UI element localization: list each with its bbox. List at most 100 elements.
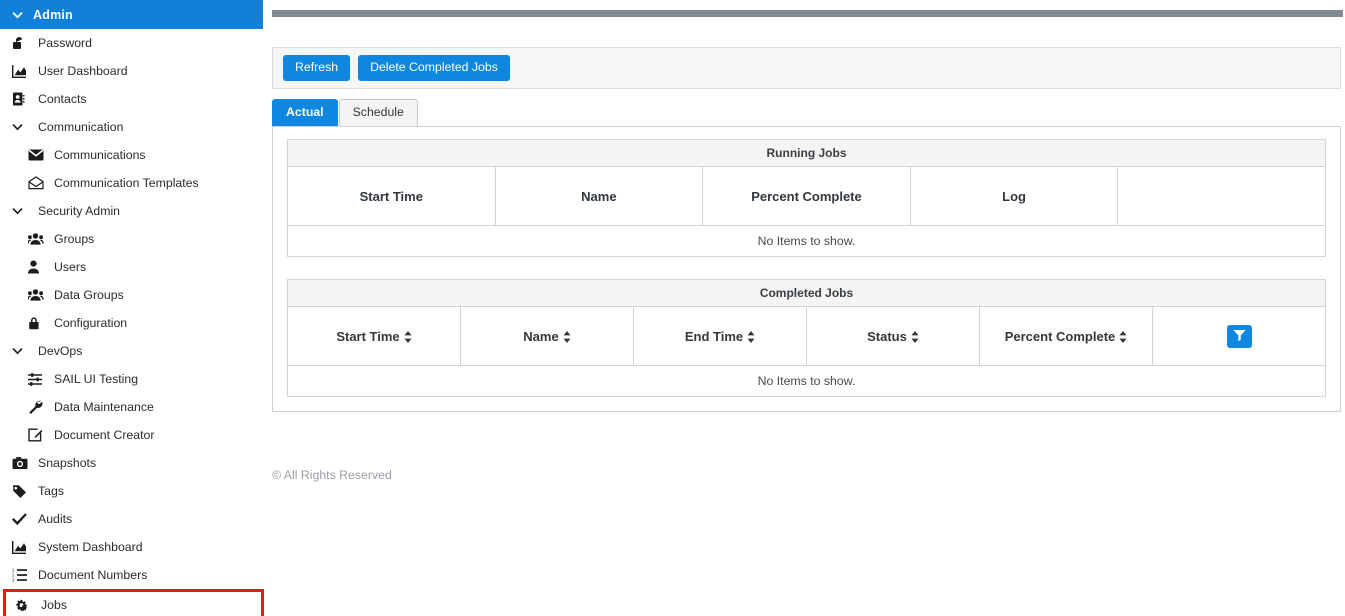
action-toolbar: Refresh Delete Completed Jobs [272,47,1341,89]
sidebar-item-audits[interactable]: Audits [0,505,263,533]
chevron-down-icon [12,204,31,218]
user-icon [28,260,47,274]
sort-toggle-icon[interactable] [1115,329,1127,344]
completed-jobs-caption-row: Completed Jobs [287,279,1326,307]
envelope-open-icon [28,176,47,190]
column-header-actions [1117,166,1326,226]
envelope-icon [28,148,47,162]
sidebar-item-document-numbers[interactable]: 1 2 3 Document Numbers [0,561,263,589]
page-content: Refresh Delete Completed Jobs Actual Sche… [272,47,1341,412]
filter-button[interactable] [1226,324,1252,348]
running-jobs-section: Running Jobs Start Time Name Percent Compl… [287,139,1326,257]
running-jobs-caption: Running Jobs [287,139,1326,167]
chevron-down-icon [12,344,31,358]
running-jobs-caption-row: Running Jobs [287,139,1326,167]
column-header-label: Percent Complete [1004,328,1116,344]
table-row: No Items to show. [287,365,1326,397]
main-content: Refresh Delete Completed Jobs Actual Sche… [264,0,1345,616]
running-jobs-table: Running Jobs Start Time Name Percent Compl… [287,139,1326,257]
completed-jobs-caption: Completed Jobs [287,279,1326,307]
filter-column-header [1152,306,1326,366]
sidebar-item-label: Document Numbers [38,567,148,582]
completed-jobs-table: Completed Jobs Start Time Name End Time Sta… [287,279,1326,397]
sidebar-item-label: Snapshots [38,455,97,470]
column-header-label: Status [867,328,907,344]
column-header-start-time: Start Time [287,166,496,226]
sidebar-item-label: Configuration [54,315,128,330]
cogs-icon [15,599,34,613]
sidebar-item-jobs[interactable]: Jobs [3,589,264,616]
wrench-icon [28,400,47,414]
column-header-label: End Time [684,328,744,344]
sidebar-item-tags[interactable]: Tags [0,477,263,505]
sidebar-item-sail-ui-testing[interactable]: SAIL UI Testing [0,365,263,393]
sidebar: Admin Password User Dashboard Contacts Comm… [0,0,264,616]
column-header-label: Name [581,188,617,204]
column-header-percent-complete: Percent Complete [702,166,911,226]
sidebar-item-contacts[interactable]: Contacts [0,85,263,113]
delete-completed-jobs-button[interactable]: Delete Completed Jobs [358,55,510,81]
column-header-name: Name [494,166,704,226]
column-header-status[interactable]: Status [806,306,980,366]
unlock-icon [12,36,31,50]
sidebar-item-communication[interactable]: Communication [0,113,263,141]
sidebar-item-label: Data Groups [54,287,124,302]
footer-copyright: © All Rights Reserved [272,468,392,482]
sidebar-item-password[interactable]: Password [0,29,263,57]
chevron-down-icon [12,120,31,134]
sidebar-header-admin[interactable]: Admin [0,0,263,29]
column-header-percent-complete[interactable]: Percent Complete [979,306,1153,366]
sort-toggle-icon[interactable] [400,329,412,344]
sidebar-item-label: Communication Templates [54,175,199,190]
sidebar-item-communication-templates[interactable]: Communication Templates [0,169,263,197]
column-header-label: Start Time [336,328,400,344]
column-header-log: Log [909,166,1119,226]
sidebar-item-security-admin[interactable]: Security Admin [0,197,263,225]
sidebar-item-label: Contacts [38,91,87,106]
tab-schedule[interactable]: Schedule [338,99,418,126]
address-book-icon [12,92,31,106]
svg-text:3: 3 [12,578,15,582]
sidebar-item-user-dashboard[interactable]: User Dashboard [0,57,263,85]
sidebar-item-label: Document Creator [54,427,155,442]
lock-icon [28,316,47,330]
check-icon [12,512,31,526]
users-icon [28,288,47,302]
top-divider-bar [272,10,1343,17]
running-jobs-header-row: Start Time Name Percent Complete Log [287,166,1326,226]
completed-jobs-empty-message: No Items to show. [287,365,1326,397]
app-root: Admin Password User Dashboard Contacts Comm… [0,0,1345,616]
sidebar-header-label: Admin [33,7,73,22]
tag-icon [12,484,31,498]
sidebar-item-users[interactable]: Users [0,253,263,281]
sidebar-menu: Password User Dashboard Contacts Communicat… [0,29,264,616]
sidebar-item-label: Communications [54,147,146,162]
chart-area-icon [12,540,31,554]
sort-toggle-icon[interactable] [743,329,755,344]
sidebar-item-label: Tags [38,483,64,498]
column-header-label: Log [1002,188,1026,204]
column-header-start-time[interactable]: Start Time [287,306,461,366]
sidebar-item-configuration[interactable]: Configuration [0,309,263,337]
sidebar-item-devops[interactable]: DevOps [0,337,263,365]
tab-panel-actual: Running Jobs Start Time Name Percent Compl… [272,126,1341,412]
sort-toggle-icon[interactable] [559,329,571,344]
filter-icon [1232,329,1246,344]
sidebar-item-document-creator[interactable]: Document Creator [0,421,263,449]
sidebar-item-label: System Dashboard [38,539,143,554]
sidebar-item-label: User Dashboard [38,63,128,78]
column-header-label: Start Time [359,188,423,204]
column-header-end-time[interactable]: End Time [633,306,807,366]
tab-actual[interactable]: Actual [272,99,338,126]
sidebar-item-communications[interactable]: Communications [0,141,263,169]
refresh-button[interactable]: Refresh [283,55,351,81]
tab-bar: Actual Schedule [272,99,1341,126]
column-header-name[interactable]: Name [460,306,634,366]
sidebar-item-data-groups[interactable]: Data Groups [0,281,263,309]
sidebar-item-snapshots[interactable]: Snapshots [0,449,263,477]
sidebar-item-system-dashboard[interactable]: System Dashboard [0,533,263,561]
sidebar-item-groups[interactable]: Groups [0,225,263,253]
sort-toggle-icon[interactable] [907,329,919,344]
sidebar-item-data-maintenance[interactable]: Data Maintenance [0,393,263,421]
sidebar-item-label: Users [54,259,87,274]
